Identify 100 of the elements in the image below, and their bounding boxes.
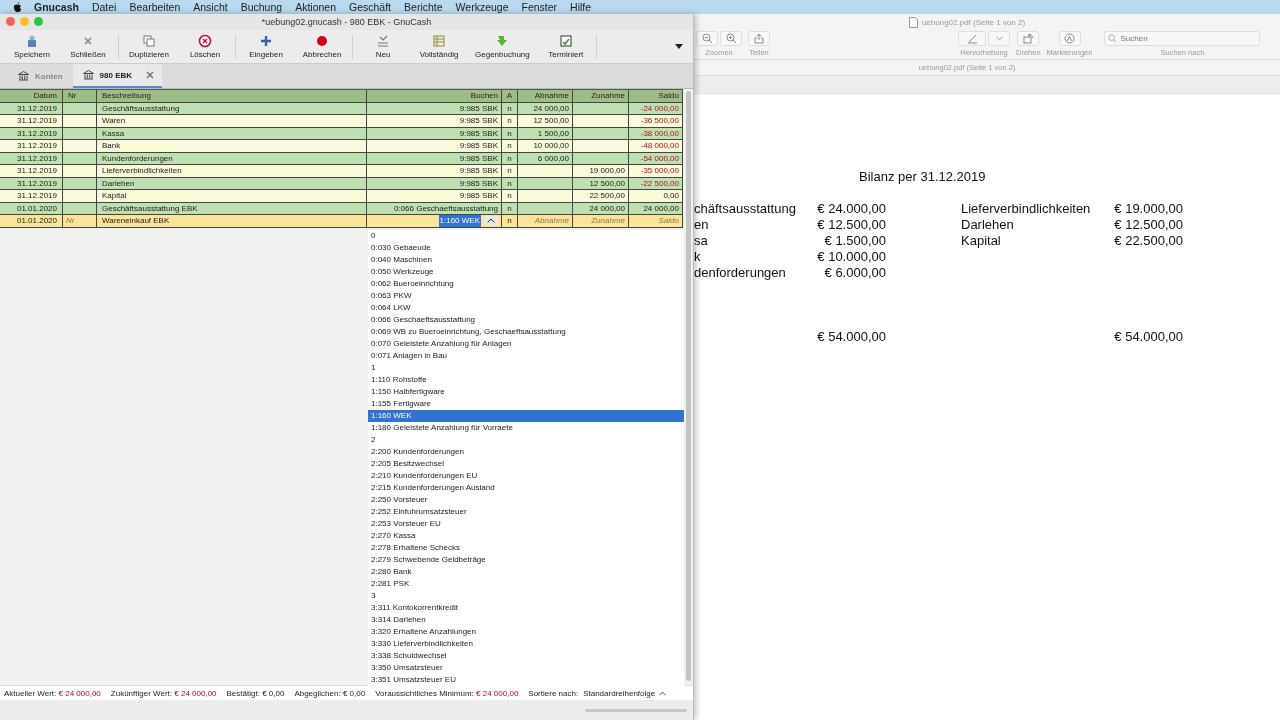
toolbar-button[interactable]: Schließen [60,34,116,59]
dropdown-item[interactable]: 3:311 Kontokorrentkredit [368,602,684,614]
menu-item[interactable]: Berichte [404,1,443,13]
dropdown-item[interactable]: 0:062 Bueroeinrichtung [368,278,684,290]
dropdown-item[interactable]: 2:210 Kundenforderungen EU [368,470,684,482]
transfer-field[interactable]: 1:160 WEK [367,215,502,228]
dropdown-item[interactable]: 2:270 Kassa [368,530,684,542]
dropdown-item[interactable]: 1:180 Geleistete Anzahlung für Vorraete [368,422,684,434]
dropdown-item[interactable]: 2:200 Kundenforderungen [368,446,684,458]
dropdown-item[interactable]: 0:070 Geleistete Anzahlung für Anlagen [368,338,684,350]
apple-logo-icon[interactable] [13,1,22,13]
dropdown-item[interactable]: 2:280 Bank [368,566,684,578]
menu-item[interactable]: Werkzeuge [455,1,509,13]
menu-item[interactable]: Gnucash [34,1,79,13]
dropdown-item[interactable]: 0:064 LKW [368,302,684,314]
rotate-icon [1022,33,1034,44]
dropdown-item[interactable]: 1 [368,362,684,374]
column-header[interactable]: Beschreibung [97,90,367,103]
menu-item[interactable]: Bearbeiten [129,1,181,13]
column-header[interactable]: Abnahme [518,90,573,103]
zoom-window-button[interactable] [34,17,43,26]
zoom-in-button[interactable] [720,31,742,46]
dropdown-item[interactable]: 0:066 Geschaeftsausstattung [368,314,684,326]
dropdown-item[interactable]: 1:160 WEK [368,410,684,422]
table-cell: -35 000,00 [629,165,683,178]
toolbar-button[interactable]: Speichern [4,34,60,59]
description-field[interactable]: Wareneinkauf EBK [97,215,367,228]
dropdown-item[interactable]: 2:252 Einfuhrumsatzsteuer [368,506,684,518]
dropdown-item[interactable]: 2:253 Vorsteuer EU [368,518,684,530]
zoom-out-button[interactable] [696,31,718,46]
menu-item[interactable]: Geschäft [349,1,392,13]
search-field[interactable]: Suchen [1104,31,1261,46]
toolbar-button[interactable]: Löschen [177,34,234,59]
dropdown-item[interactable]: 2:281 PSK [368,578,684,590]
toolbar-button[interactable]: Abbrechen [294,34,351,59]
dropdown-item[interactable]: 3:338 Schuldwechsel [368,650,684,662]
rotate-button[interactable] [1017,31,1040,46]
amount-field[interactable]: Abnahme [518,215,573,228]
toolbar-button[interactable]: Gegenbuchung [467,34,538,59]
minimize-window-button[interactable] [20,17,29,26]
toolbar-button[interactable]: Terminiert [537,34,594,59]
dropdown-item[interactable]: 3:351 Umsatzsteuer EU [368,674,684,686]
dropdown-item[interactable]: 2:279 Schwebende Geldbeträge [368,554,684,566]
toolbar-button[interactable]: Neu [355,34,412,59]
dropdown-item[interactable]: 3 [368,590,684,602]
dropdown-item[interactable]: 0:050 Werkzeuge [368,266,684,278]
amount-field[interactable]: Zunahme [573,215,629,228]
table-cell [518,190,573,203]
column-header[interactable]: Buchen [367,90,502,103]
menu-item[interactable]: Hilfe [570,1,592,13]
new-entry-icon [376,34,391,48]
menu-item[interactable]: Fenster [521,1,558,13]
caret-up-icon[interactable] [484,216,498,226]
column-header[interactable]: Nr [63,90,97,103]
toolbar-button[interactable]: Vollständig [411,34,468,59]
share-icon [754,33,764,44]
column-header[interactable]: A [502,90,518,103]
menu-item[interactable]: Datei [91,1,117,13]
column-header[interactable]: Saldo [629,90,683,103]
scrollbar[interactable] [585,708,687,712]
column-header[interactable]: Datum [0,90,63,103]
dropdown-item[interactable]: 0:063 PKW [368,290,684,302]
toolbar-button[interactable]: Eingeben [238,34,295,59]
dropdown-item[interactable]: 0:040 Maschinen [368,254,684,266]
dropdown-item[interactable]: 3:350 Umsatzsteuer [368,662,684,674]
dropdown-item[interactable]: 2:215 Kundenforderungen Ausland [368,482,684,494]
dropdown-item[interactable]: 2:250 Vorsteuer [368,494,684,506]
markup-button[interactable] [1058,31,1081,46]
dropdown-item[interactable]: 0:069 WB zu Bueroeinrichtung, Geschaeftsausstattung [368,326,684,338]
menu-item[interactable]: Aktionen [295,1,336,13]
number-field[interactable]: Nr [63,215,97,228]
dropdown-item[interactable]: 1:150 Halbfertigware [368,386,684,398]
dropdown-item[interactable]: 0 [368,230,684,242]
menu-item[interactable]: Ansicht [193,1,228,13]
status-label: Bestätigt: [226,688,260,698]
table-cell: 12 500,00 [518,115,573,128]
sort-dropdown[interactable]: Standardreihenfolge [583,688,667,698]
dropdown-item[interactable]: 3:330 Lieferverbindlichkeiten [368,638,684,650]
dropdown-item[interactable]: 2:278 Erhaltene Schecks [368,542,684,554]
dropdown-item[interactable]: 2 [368,434,684,446]
dropdown-item[interactable]: 1:110 Rohstoffe [368,374,684,386]
column-header[interactable]: Zunahme [573,90,629,103]
dropdown-item[interactable]: 0:071 Anlagen in Bau [368,350,684,362]
dropdown-item[interactable]: 2:205 Besitzwechsel [368,458,684,470]
table-cell: 0,00 [629,190,683,203]
date-field[interactable]: 01.01.2020 [0,215,63,228]
reconcile-field[interactable]: n [502,215,518,228]
dropdown-item[interactable]: 3:320 Erhaltene Anzahlungen [368,626,684,638]
highlight-button[interactable] [958,31,986,46]
tab[interactable]: 980 EBK [72,64,163,88]
share-button[interactable] [748,31,770,46]
highlight-menu-button[interactable] [988,31,1010,46]
dropdown-item[interactable]: 3:314 Darlehen [368,614,684,626]
menu-item[interactable]: Buchung [240,1,283,13]
dropdown-item[interactable]: 1:155 Fertigware [368,398,684,410]
caret-icon[interactable] [675,44,683,49]
close-window-button[interactable] [6,17,15,26]
close-tab-icon[interactable] [146,71,155,79]
dropdown-item[interactable]: 0:030 Gebaeude [368,242,684,254]
toolbar-button[interactable]: Duplizieren [121,34,178,59]
